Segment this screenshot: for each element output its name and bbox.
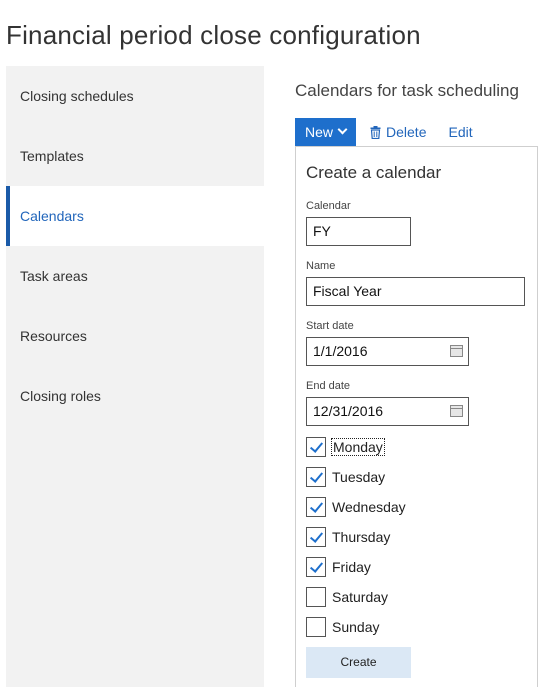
chevron-down-icon <box>338 126 346 134</box>
empty-checkbox-icon[interactable] <box>306 617 326 637</box>
checkmark-icon[interactable] <box>306 437 326 457</box>
sidebar-item-task-areas[interactable]: Task areas <box>6 246 264 306</box>
name-field[interactable]: Fiscal Year <box>306 277 525 306</box>
section-title: Calendars for task scheduling <box>295 81 519 100</box>
sidebar: Closing schedules Templates Calendars Ta… <box>6 66 264 687</box>
sunday-checkbox[interactable]: Sunday <box>306 617 379 637</box>
sidebar-item-label: Closing roles <box>20 388 101 404</box>
start-date-value: 1/1/2016 <box>313 343 368 359</box>
empty-checkbox-icon[interactable] <box>306 587 326 607</box>
panel-title: Create a calendar <box>306 163 442 182</box>
checkbox-label: Wednesday <box>332 499 406 515</box>
sidebar-item-closing-schedules[interactable]: Closing schedules <box>6 66 264 126</box>
create-button[interactable]: Create <box>306 647 411 678</box>
checkbox-label: Tuesday <box>332 469 386 485</box>
saturday-checkbox[interactable]: Saturday <box>306 587 388 607</box>
sidebar-item-label: Task areas <box>20 268 88 284</box>
checkbox-label: Friday <box>332 559 371 575</box>
end-date-field[interactable]: 12/31/2016 <box>306 397 469 426</box>
name-field-label: Name <box>306 260 336 272</box>
sidebar-item-label: Calendars <box>20 208 84 224</box>
checkbox-label: Thursday <box>332 529 391 545</box>
sidebar-item-resources[interactable]: Resources <box>6 306 264 366</box>
wednesday-checkbox[interactable]: Wednesday <box>306 497 406 517</box>
checkmark-icon[interactable] <box>306 527 326 547</box>
start-date-label: Start date <box>306 320 354 332</box>
checkbox-label: Sunday <box>332 619 380 635</box>
create-calendar-panel: Create a calendar Calendar FY Name Fisca… <box>295 146 538 687</box>
sidebar-item-label: Closing schedules <box>20 88 134 104</box>
sidebar-item-label: Templates <box>20 148 84 164</box>
page-title: Financial period close configuration <box>6 20 421 50</box>
calendar-id-field[interactable]: FY <box>306 217 411 246</box>
start-date-field[interactable]: 1/1/2016 <box>306 337 469 366</box>
thursday-checkbox[interactable]: Thursday <box>306 527 390 547</box>
calendar-field-label: Calendar <box>306 200 351 212</box>
checkbox-label: Monday <box>331 438 385 456</box>
end-date-label: End date <box>306 380 351 392</box>
checkmark-icon[interactable] <box>306 467 326 487</box>
calendar-icon[interactable] <box>450 345 463 357</box>
sidebar-item-calendars[interactable]: Calendars <box>6 186 264 246</box>
sidebar-item-closing-roles[interactable]: Closing roles <box>6 366 264 426</box>
edit-button[interactable]: Edit <box>448 124 472 140</box>
monday-checkbox[interactable]: Monday <box>306 437 385 457</box>
friday-checkbox[interactable]: Friday <box>306 557 371 577</box>
checkbox-label: Saturday <box>332 589 389 605</box>
trash-icon <box>370 125 381 139</box>
edit-button-label: Edit <box>448 124 473 140</box>
new-button-label: New <box>305 124 334 140</box>
sidebar-item-templates[interactable]: Templates <box>6 126 264 186</box>
new-button[interactable]: New <box>295 118 357 146</box>
sidebar-item-label: Resources <box>20 328 87 344</box>
end-date-value: 12/31/2016 <box>313 403 384 419</box>
delete-button-label: Delete <box>386 124 427 140</box>
toolbar: New Delete Edit <box>295 118 473 146</box>
delete-button[interactable]: Delete <box>370 124 426 140</box>
tuesday-checkbox[interactable]: Tuesday <box>306 467 385 487</box>
calendar-icon[interactable] <box>450 405 463 417</box>
checkmark-icon[interactable] <box>306 557 326 577</box>
checkmark-icon[interactable] <box>306 497 326 517</box>
